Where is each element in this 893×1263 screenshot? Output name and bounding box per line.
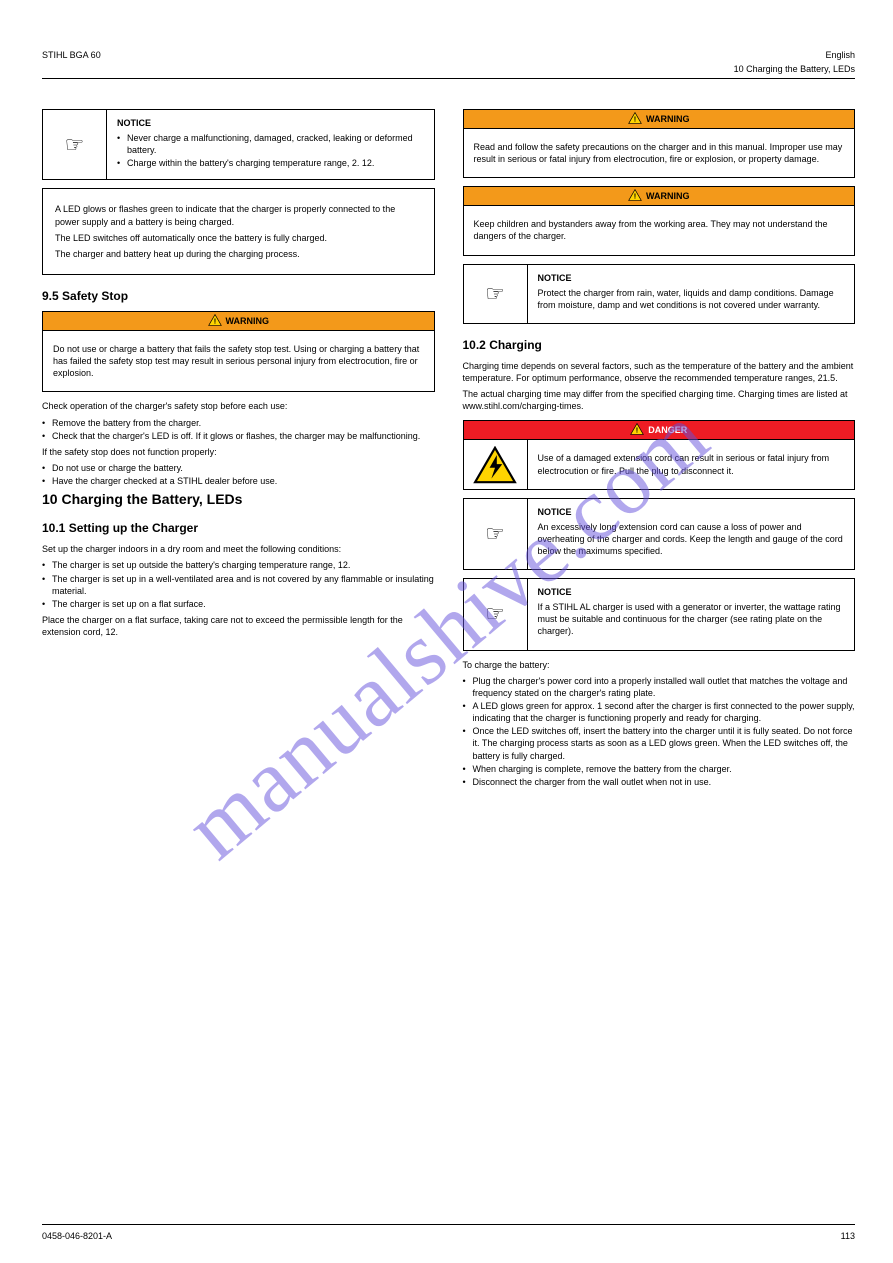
li-10-2-1: Plug the charger's power cord into a pro… (463, 675, 856, 699)
li-10-2-4: When charging is complete, remove the ba… (463, 763, 856, 775)
warn-b-body: Keep children and bystanders away from t… (474, 218, 845, 242)
header-rule (42, 78, 855, 79)
warning-triangle-icon: ! (208, 314, 222, 328)
warning-label-a: WARNING (646, 114, 690, 124)
step-a1: Remove the battery from the charger. (42, 417, 435, 429)
header-right: English (825, 50, 855, 60)
para-conclude: If the safety stop does not function pro… (42, 446, 435, 458)
li-10-2-3: Once the LED switches off, insert the ba… (463, 725, 856, 761)
p-10-2b: The actual charging time may differ from… (463, 388, 856, 412)
warning-label-b: WARNING (646, 191, 690, 201)
notice-f-body: If a STIHL AL charger is used with a gen… (538, 601, 845, 637)
notice-title: NOTICE (117, 118, 424, 128)
header-row2: 10 Charging the Battery, LEDs (42, 64, 855, 74)
li-10-1-b: The charger is set up in a well-ventilat… (42, 573, 435, 597)
svg-text:!: ! (634, 115, 636, 124)
danger-d-body: Use of a damaged extension cord can resu… (538, 452, 845, 476)
notice-box-f: ☞ NOTICE If a STIHL AL charger is used w… (463, 578, 856, 650)
warning-triangle-icon: ! (628, 189, 642, 203)
notice-box-1: ☞ NOTICE Never charge a malfunctioning, … (42, 109, 435, 180)
warning1-body: Do not use or charge a battery that fail… (43, 331, 434, 391)
warn-a-body: Read and follow the safety precautions o… (474, 141, 845, 165)
notice-c-body: Protect the charger from rain, water, li… (538, 287, 845, 311)
pointing-hand-icon: ☞ (464, 265, 528, 323)
svg-text:!: ! (636, 426, 638, 435)
danger-label: DANGER (648, 425, 687, 435)
column-left: ☞ NOTICE Never charge a malfunctioning, … (42, 101, 435, 790)
infobox-p1: A LED glows or flashes green to indicate… (55, 203, 422, 227)
infobox-p3: The charger and battery heat up during t… (55, 248, 422, 260)
p-10-1-b: Place the charger on a flat surface, tak… (42, 614, 435, 638)
pointing-hand-icon: ☞ (43, 110, 107, 179)
p-10-2c: To charge the battery: (463, 659, 856, 671)
pointing-hand-icon: ☞ (464, 499, 528, 569)
footer-page: 113 (841, 1231, 855, 1241)
electric-shock-icon (464, 440, 528, 488)
warning-box-b: ! WARNING Keep children and bystanders a… (463, 186, 856, 255)
li-10-1-a: The charger is set up outside the batter… (42, 559, 435, 571)
svg-text:!: ! (634, 192, 636, 201)
notice-f-title: NOTICE (538, 587, 845, 597)
svg-text:!: ! (213, 317, 215, 326)
heading-9-5: 9.5 Safety Stop (42, 289, 435, 303)
notice1-line1: Never charge a malfunctioning, damaged, … (117, 132, 424, 156)
notice1-line2: Charge within the battery's charging tem… (117, 157, 424, 169)
header: STIHL BGA 60 English (42, 50, 855, 60)
notice-e-title: NOTICE (538, 507, 845, 517)
li-10-2-2: A LED glows green for approx. 1 second a… (463, 700, 856, 724)
warning-triangle-icon: ! (630, 423, 644, 437)
heading-10-2: 10.2 Charging (463, 338, 856, 352)
header-lang: English (825, 50, 855, 60)
para-check-safety: Check operation of the charger's safety … (42, 400, 435, 412)
pointing-hand-icon: ☞ (464, 579, 528, 649)
footer-rule (42, 1224, 855, 1225)
warning-triangle-icon: ! (628, 112, 642, 126)
info-box-led: A LED glows or flashes green to indicate… (42, 188, 435, 275)
warning-banner: ! WARNING (43, 312, 434, 331)
warning-label: WARNING (226, 316, 270, 326)
li-10-1-c: The charger is set up on a flat surface. (42, 598, 435, 610)
step-b2: Have the charger checked at a STIHL deal… (42, 475, 435, 487)
infobox-p2: The LED switches off automatically once … (55, 232, 422, 244)
danger-box-d: ! DANGER Use of a damaged extension cord… (463, 420, 856, 489)
p-10-2a: Charging time depends on several factors… (463, 360, 856, 384)
warning-banner-a: ! WARNING (464, 110, 855, 129)
warning-banner-b: ! WARNING (464, 187, 855, 206)
li-10-2-5: Disconnect the charger from the wall out… (463, 776, 856, 788)
header-left: STIHL BGA 60 (42, 50, 101, 60)
step-b1: Do not use or charge the battery. (42, 462, 435, 474)
notice-box-e: ☞ NOTICE An excessively long extension c… (463, 498, 856, 570)
notice-e-body: An excessively long extension cord can c… (538, 521, 845, 557)
notice-box-c: ☞ NOTICE Protect the charger from rain, … (463, 264, 856, 324)
p-10-1-intro: Set up the charger indoors in a dry room… (42, 543, 435, 555)
header-section: 10 Charging the Battery, LEDs (734, 64, 855, 74)
heading-10-1: 10.1 Setting up the Charger (42, 521, 435, 535)
warning-box-a: ! WARNING Read and follow the safety pre… (463, 109, 856, 178)
warning-box-1: ! WARNING Do not use or charge a battery… (42, 311, 435, 392)
step-a2: Check that the charger's LED is off. If … (42, 430, 435, 442)
footer: 0458-046-8201-A 113 (42, 1224, 855, 1241)
danger-banner: ! DANGER (464, 421, 855, 440)
footer-code: 0458-046-8201-A (42, 1231, 112, 1241)
column-right: ! WARNING Read and follow the safety pre… (463, 101, 856, 790)
heading-10: 10 Charging the Battery, LEDs (42, 491, 435, 507)
notice-c-title: NOTICE (538, 273, 845, 283)
